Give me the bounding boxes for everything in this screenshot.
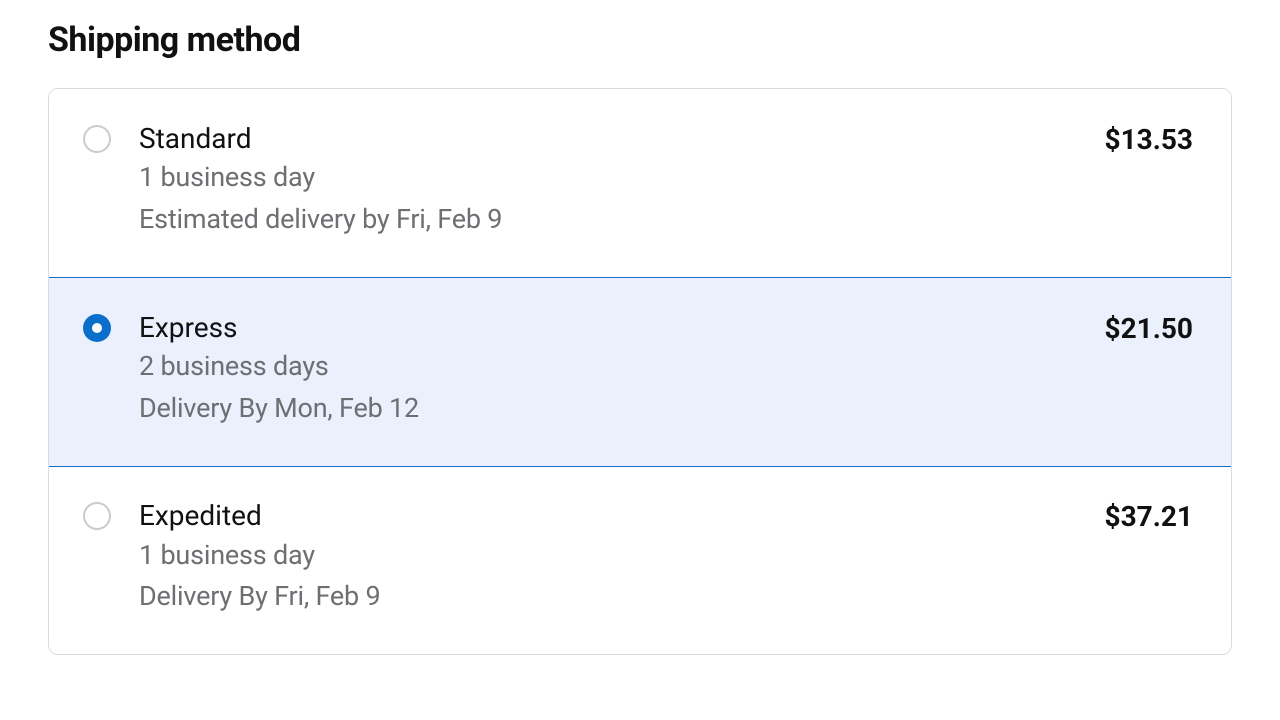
shipping-option-expedited[interactable]: Expedited 1 business day Delivery By Fri… xyxy=(49,466,1231,654)
option-price: $13.53 xyxy=(1105,123,1193,156)
option-duration: 1 business day xyxy=(139,157,1085,199)
option-duration: 1 business day xyxy=(139,535,1085,577)
option-delivery: Delivery By Mon, Feb 12 xyxy=(139,388,1085,430)
section-title: Shipping method xyxy=(48,20,1232,60)
option-content: Standard 1 business day Estimated delive… xyxy=(139,121,1085,241)
option-name: Expedited xyxy=(139,498,1085,534)
option-name: Express xyxy=(139,310,1085,346)
option-price: $21.50 xyxy=(1105,312,1193,345)
option-content: Express 2 business days Delivery By Mon,… xyxy=(139,310,1085,430)
shipping-options-list: Standard 1 business day Estimated delive… xyxy=(48,88,1232,655)
shipping-option-standard[interactable]: Standard 1 business day Estimated delive… xyxy=(49,89,1231,278)
shipping-option-express[interactable]: Express 2 business days Delivery By Mon,… xyxy=(48,277,1232,467)
option-duration: 2 business days xyxy=(139,346,1085,388)
option-delivery: Delivery By Fri, Feb 9 xyxy=(139,576,1085,618)
option-delivery: Estimated delivery by Fri, Feb 9 xyxy=(139,199,1085,241)
option-name: Standard xyxy=(139,121,1085,157)
radio-icon[interactable] xyxy=(83,502,111,530)
radio-icon[interactable] xyxy=(83,314,111,342)
option-price: $37.21 xyxy=(1105,500,1193,533)
option-content: Expedited 1 business day Delivery By Fri… xyxy=(139,498,1085,618)
radio-icon[interactable] xyxy=(83,125,111,153)
